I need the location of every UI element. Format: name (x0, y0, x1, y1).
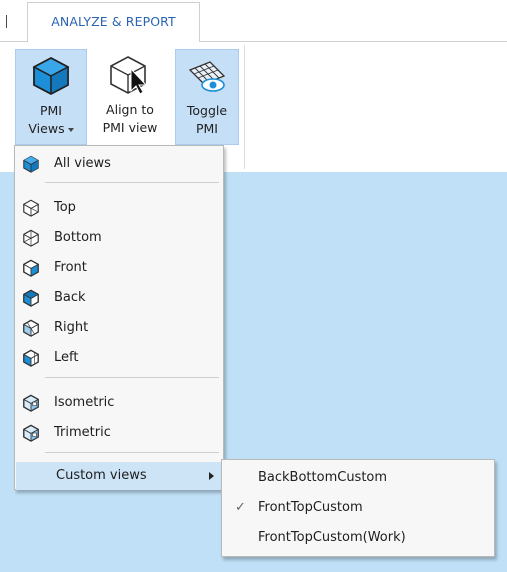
pmi-views-label-line1: PMI (39, 103, 62, 118)
menu-item-isometric[interactable]: Isometric (16, 389, 222, 417)
toggle-pmi-label-line1: Toggle (186, 103, 228, 118)
pmi-views-button[interactable]: PMI Views (15, 49, 87, 145)
menu-item-front[interactable]: Front (16, 254, 222, 282)
cube-solid-icon (23, 155, 39, 173)
menu-item-top[interactable]: Top (16, 194, 222, 222)
pmi-views-menu: All views Top Bottom Front Back Right Le… (14, 145, 224, 490)
menu-item-back[interactable]: Back (16, 284, 222, 312)
menu-item-trimetric[interactable]: Trimetric (16, 419, 222, 447)
ribbon-group-divider (244, 45, 245, 169)
cube-cursor-icon (110, 56, 148, 95)
pmi-views-label-line2: Views (28, 121, 65, 136)
tab-analyze-report[interactable]: ANALYZE & REPORT (27, 2, 200, 42)
cube-solid-icon (32, 57, 70, 95)
custom-views-submenu: BackBottomCustom ✓ FrontTopCustom FrontT… (221, 459, 495, 557)
ribbon-tab-strip: ANALYZE & REPORT (0, 0, 507, 42)
checkmark-icon: ✓ (235, 500, 246, 515)
cube-left-icon (23, 349, 39, 367)
align-label-line1: Align to (106, 102, 154, 117)
align-to-pmi-view-button[interactable]: Align to PMI view (94, 49, 166, 145)
chevron-down-icon (67, 127, 74, 132)
cube-bottom-icon (23, 229, 39, 247)
tab-separator (6, 15, 7, 28)
cube-back-icon (23, 289, 39, 307)
cube-isometric-icon (23, 394, 39, 412)
cube-top-icon (22, 199, 40, 217)
menu-separator (45, 377, 219, 378)
toggle-pmi-label-line2: PMI (195, 121, 218, 136)
menu-separator (45, 182, 219, 183)
menu-item-all-views[interactable]: All views (16, 150, 222, 178)
cube-right-icon (23, 319, 39, 337)
pmi-grid-eye-icon (188, 61, 226, 92)
cube-trimetric-icon (23, 424, 39, 442)
menu-item-right[interactable]: Right (16, 314, 222, 342)
cube-front-icon (23, 259, 39, 277)
submenu-item-fronttopcustom[interactable]: ✓ FrontTopCustom (223, 494, 493, 522)
submenu-item-backbottomcustom[interactable]: BackBottomCustom (223, 464, 493, 492)
menu-separator (45, 452, 219, 453)
menu-item-bottom[interactable]: Bottom (16, 224, 222, 252)
align-label-line2: PMI view (102, 120, 158, 135)
chevron-right-icon (209, 472, 214, 480)
menu-item-custom-views[interactable]: Custom views (16, 462, 222, 490)
toggle-pmi-button[interactable]: Toggle PMI (175, 49, 239, 145)
submenu-item-fronttopcustom-work[interactable]: FrontTopCustom(Work) (223, 524, 493, 552)
menu-item-left[interactable]: Left (16, 344, 222, 372)
